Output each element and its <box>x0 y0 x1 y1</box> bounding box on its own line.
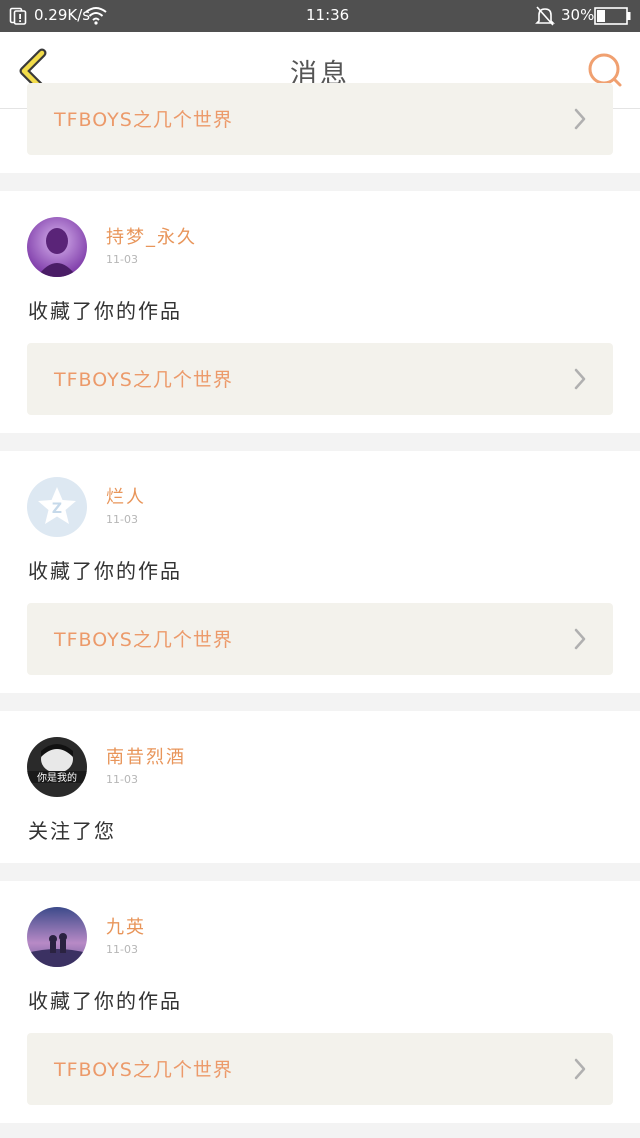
avatar[interactable]: 你是我的 <box>27 737 87 797</box>
avatar[interactable]: Z <box>27 477 87 537</box>
work-title: TFBOYS之几个世界 <box>54 629 233 651</box>
message-text: 收藏了你的作品 <box>28 299 182 323</box>
message-item: 持梦_永久 11-03 收藏了你的作品 TFBOYS之几个世界 <box>0 191 640 433</box>
chevron-right-icon <box>574 1058 586 1080</box>
chevron-right-icon <box>574 368 586 390</box>
work-title: TFBOYS之几个世界 <box>54 1059 233 1081</box>
battery-icon <box>594 7 632 25</box>
avatar[interactable] <box>27 217 87 277</box>
user-name[interactable]: 南昔烈酒 <box>106 743 186 769</box>
message-item: 你是我的 南昔烈酒 11-03 关注了您 <box>0 711 640 863</box>
network-speed: 0.29K/s <box>34 6 91 24</box>
message-text: 收藏了你的作品 <box>28 989 182 1013</box>
message-date: 11-03 <box>106 943 138 956</box>
work-title: TFBOYS之几个世界 <box>54 109 233 131</box>
work-link[interactable]: TFBOYS之几个世界 <box>27 83 613 155</box>
battery-percent: 30% <box>561 6 595 24</box>
message-date: 11-03 <box>106 253 138 266</box>
chevron-right-icon <box>574 628 586 650</box>
avatar-caption: 你是我的 <box>37 771 77 784</box>
message-date: 11-03 <box>106 773 138 786</box>
message-item: Z 烂人 11-03 收藏了你的作品 TFBOYS之几个世界 <box>0 451 640 693</box>
work-link[interactable]: TFBOYS之几个世界 <box>27 343 613 415</box>
user-name[interactable]: 烂人 <box>106 483 146 509</box>
message-text: 收藏了你的作品 <box>28 559 182 583</box>
status-bar: 0.29K/s 11:36 30% <box>0 0 640 32</box>
message-item: 九英 11-03 收藏了你的作品 TFBOYS之几个世界 <box>0 881 640 1123</box>
chevron-right-icon <box>574 108 586 130</box>
sim-alert-icon <box>9 7 27 25</box>
user-name[interactable]: 持梦_永久 <box>106 223 197 249</box>
message-item: TFBOYS之几个世界 <box>0 83 640 173</box>
user-name[interactable]: 九英 <box>106 913 146 939</box>
svg-text:Z: Z <box>52 501 62 517</box>
mute-bell-icon <box>535 5 555 27</box>
clock: 11:36 <box>306 6 350 24</box>
work-link[interactable]: TFBOYS之几个世界 <box>27 603 613 675</box>
message-date: 11-03 <box>106 513 138 526</box>
work-link[interactable]: TFBOYS之几个世界 <box>27 1033 613 1105</box>
wifi-icon <box>84 5 108 25</box>
work-title: TFBOYS之几个世界 <box>54 369 233 391</box>
avatar[interactable] <box>27 907 87 967</box>
message-text: 关注了您 <box>28 819 116 843</box>
